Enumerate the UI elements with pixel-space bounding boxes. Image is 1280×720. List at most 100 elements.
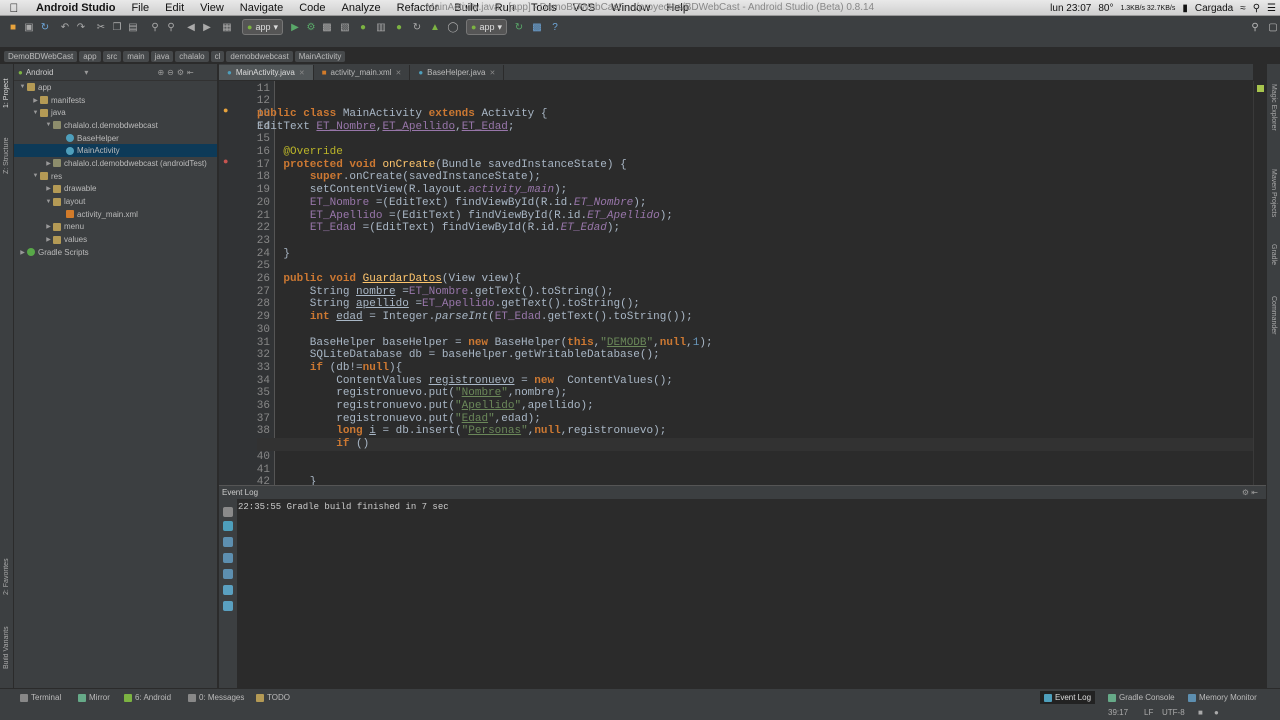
code-line[interactable]: protected void onCreate(Bundle savedInst… — [257, 159, 626, 172]
expand-icon[interactable] — [223, 537, 233, 547]
tool-tab-memory-monitor[interactable]: Memory Monitor — [1188, 691, 1257, 704]
code-line[interactable]: long i = db.insert("Personas",null,regis… — [257, 425, 666, 438]
code-line[interactable]: int edad = Integer.parseInt(ET_Edad.getT… — [257, 311, 693, 324]
code-line[interactable]: super.onCreate(savedInstanceState); — [257, 171, 541, 184]
chevron-down-icon[interactable]: ▾ — [84, 68, 88, 77]
help-icon[interactable]: ? — [548, 20, 562, 34]
breadcrumb-java[interactable]: java — [150, 50, 174, 62]
tool-tab-todo[interactable]: TODO — [256, 691, 290, 704]
attach-debugger-icon[interactable]: ▩ — [320, 20, 334, 34]
tool-tab-favorites[interactable]: 2: Favorites — [0, 550, 13, 604]
sync-gradle-icon[interactable]: ↻ — [512, 20, 526, 34]
close-icon[interactable]: ✕ — [489, 69, 495, 77]
code-line[interactable]: registronuevo.put("Edad",edad); — [257, 413, 541, 426]
clock[interactable]: lun 23:07 — [1050, 3, 1091, 14]
tree-item[interactable]: ▶ Gradle Scripts — [14, 246, 217, 259]
android-monitor-icon[interactable]: ● — [392, 20, 406, 34]
breadcrumb-chalalo[interactable]: chalalo — [175, 50, 209, 62]
code-line[interactable]: public void GuardarDatos(View view){ — [257, 273, 521, 286]
tree-item[interactable]: ▶ manifests — [14, 94, 217, 107]
fullscreen-icon[interactable]: ▢ — [1266, 20, 1280, 34]
analysis-ok-icon[interactable] — [1257, 85, 1264, 92]
copy-icon[interactable]: ❐ — [110, 20, 124, 34]
chevron-down-icon[interactable]: ▼ — [44, 199, 53, 205]
code-editor[interactable]: ● ● 11 12 13 14 15 16 17 18 19 20 21 22 23 24 25 26 27 28… — [219, 81, 1253, 485]
mark-read-icon[interactable] — [223, 507, 233, 517]
chevron-down-icon[interactable]: ▼ — [31, 110, 40, 116]
tool-tab-mirror[interactable]: Mirror — [78, 691, 110, 704]
tree-item[interactable]: activity_main.xml — [14, 208, 217, 221]
avd-manager-icon[interactable]: ● — [356, 20, 370, 34]
line-separator[interactable]: LF — [1144, 708, 1153, 717]
tree-item[interactable]: ▶ values — [14, 233, 217, 246]
menu-edit[interactable]: Edit — [157, 2, 192, 14]
chevron-right-icon[interactable]: ▶ — [44, 223, 53, 230]
tool-tab-build-variants[interactable]: Build Variants — [0, 620, 13, 676]
breadcrumb-class[interactable]: MainActivity — [294, 50, 346, 62]
debug-icon[interactable]: ⚙ — [304, 20, 318, 34]
module-select[interactable]: ● app ▾ — [466, 19, 507, 35]
cut-icon[interactable]: ✂ — [94, 20, 108, 34]
app-menu[interactable]: Android Studio — [28, 2, 123, 14]
project-structure-icon[interactable]: ▥ — [374, 20, 388, 34]
sync-panel-icon[interactable]: ⊕ — [157, 68, 164, 77]
open-folder-icon[interactable]: ■ — [6, 20, 20, 34]
code-line[interactable]: @Override — [257, 146, 342, 159]
tool-tab-project[interactable]: 1: Project — [0, 68, 13, 118]
editor-scrollbar[interactable] — [1253, 81, 1266, 485]
code-line[interactable]: ContentValues registronuevo = new Conten… — [257, 375, 673, 388]
breadcrumb-src[interactable]: src — [102, 50, 122, 62]
menu-analyze[interactable]: Analyze — [334, 2, 389, 14]
code-line[interactable]: ET_Nombre =(EditText) findViewById(R.id.… — [257, 197, 647, 210]
chevron-down-icon[interactable]: ▼ — [18, 84, 27, 90]
code-line[interactable]: BaseHelper baseHelper = new BaseHelper(t… — [257, 337, 713, 350]
settings-gear-icon[interactable]: ⚙ — [177, 68, 184, 77]
find-icon[interactable]: ⚲ — [148, 20, 162, 34]
collapse-all-icon[interactable]: ⊖ — [167, 68, 174, 77]
code-line[interactable]: ET_Apellido =(EditText) findViewById(R.i… — [257, 210, 673, 223]
code-line[interactable]: String apellido =ET_Apellido.getText().t… — [257, 298, 640, 311]
close-icon[interactable]: ✕ — [299, 69, 305, 77]
close-icon[interactable]: ✕ — [395, 69, 401, 77]
code-area[interactable]: public class MainActivity extends Activi… — [257, 81, 1253, 485]
settings-gear-icon[interactable]: ⚙ ⇤ — [1242, 488, 1258, 497]
menu-navigate[interactable]: Navigate — [232, 2, 291, 14]
tab-mainactivity[interactable]: ● MainActivity.java ✕ — [219, 65, 314, 80]
chevron-right-icon[interactable]: ▶ — [18, 249, 27, 256]
tool-tab-magic-explorer[interactable]: Magic Explorer — [1267, 72, 1280, 142]
code-line[interactable]: registronuevo.put("Nombre",nombre); — [257, 387, 567, 400]
project-view-select[interactable]: Android — [26, 68, 54, 77]
undo-icon[interactable]: ↶ — [58, 20, 72, 34]
lock-icon[interactable]: ■ — [1198, 708, 1203, 717]
tool-tab-commander[interactable]: Commander — [1267, 286, 1280, 344]
tool-tab-maven[interactable]: Maven Projects — [1267, 160, 1280, 226]
tree-item[interactable]: ▶ chalalo.cl.demobdwebcast (androidTest) — [14, 157, 217, 170]
override-marker-icon[interactable]: ● — [223, 156, 228, 166]
tree-item[interactable]: ▼ app — [14, 81, 217, 94]
class-marker-icon[interactable]: ● — [223, 105, 228, 115]
sdk-manager-icon[interactable]: ▧ — [338, 20, 352, 34]
caret-position[interactable]: 39:17 — [1108, 708, 1128, 717]
run-icon[interactable]: ▶ — [288, 20, 302, 34]
forward-icon[interactable]: ▶ — [200, 20, 214, 34]
breadcrumb-app[interactable]: app — [79, 50, 101, 62]
chevron-right-icon[interactable]: ▶ — [31, 97, 40, 104]
tool-tab-event-log[interactable]: Event Log — [1040, 691, 1096, 704]
wifi-icon[interactable]: ≈ — [1240, 3, 1246, 14]
breadcrumb-main[interactable]: main — [123, 50, 149, 62]
tool-tab-structure[interactable]: Z: Structure — [0, 126, 13, 186]
code-line[interactable]: SQLiteDatabase db = baseHelper.getWritab… — [257, 349, 660, 362]
clear-icon[interactable] — [223, 585, 233, 595]
save-icon[interactable]: ▣ — [22, 20, 36, 34]
sync-icon[interactable]: ↻ — [38, 20, 52, 34]
code-line[interactable]: String nombre =ET_Nombre.getText().toStr… — [257, 286, 614, 299]
breadcrumb-project[interactable]: DemoBDWebCast — [4, 50, 78, 62]
wrap-icon[interactable] — [223, 569, 233, 579]
breadcrumb-cl[interactable]: cl — [210, 50, 225, 62]
tool-tab-messages[interactable]: 0: Messages — [188, 691, 244, 704]
android-device-icon[interactable]: ▲ — [428, 20, 442, 34]
tree-item[interactable]: ▼ layout — [14, 195, 217, 208]
tree-item[interactable]: ▼ java — [14, 106, 217, 119]
code-line[interactable]: } — [257, 476, 317, 485]
chevron-down-icon[interactable]: ▼ — [31, 173, 40, 179]
